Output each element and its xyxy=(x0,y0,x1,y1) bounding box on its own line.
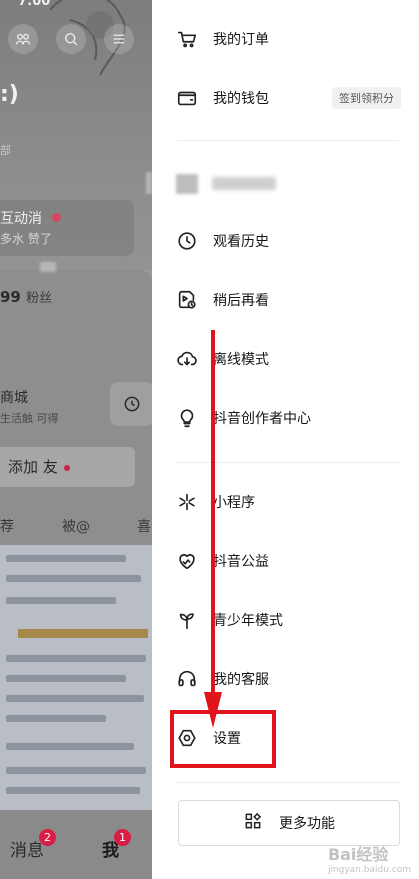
checkin-points-chip[interactable]: 签到领积分 xyxy=(332,87,401,109)
search-icon[interactable] xyxy=(56,24,86,54)
annotation-highlight-box xyxy=(170,710,276,768)
unread-dot xyxy=(52,213,61,222)
profile-page-dimmed: 7:00 :) 部 互动消 多水 赞了 99 粉丝 商城 生活触 可得 添加 友… xyxy=(0,0,152,879)
friends-icon[interactable] xyxy=(8,24,38,54)
watermark-sub: jingyan.baidu.com xyxy=(327,865,411,875)
cloud-download-icon xyxy=(176,348,198,370)
interaction-card[interactable]: 互动消 多水 赞了 xyxy=(0,200,134,256)
qrcode-icon xyxy=(176,174,198,194)
menu-item-label: 抖音创作者中心 xyxy=(213,411,311,427)
fans-number: 99 xyxy=(0,288,21,306)
nav-messages-label: 消息 xyxy=(10,841,44,861)
cart-icon xyxy=(176,28,198,50)
sprout-icon xyxy=(176,609,198,631)
menu-item-offline[interactable]: 离线模式 xyxy=(152,334,419,384)
divider xyxy=(177,782,399,783)
headset-icon xyxy=(176,668,198,690)
heart-icon xyxy=(176,550,198,572)
annotation-arrow xyxy=(204,330,222,728)
me-badge: 1 xyxy=(114,829,131,846)
avatar-sketch xyxy=(49,0,126,76)
add-friend-button[interactable]: 添加 友 xyxy=(0,447,135,487)
interaction-title: 互动消 xyxy=(0,211,42,227)
menu-item-charity[interactable]: 抖音公益 xyxy=(152,536,419,586)
clock-icon xyxy=(176,230,198,252)
blurred-text xyxy=(40,262,56,272)
menu-icon[interactable] xyxy=(104,24,134,54)
menu-item-history[interactable]: 观看历史 xyxy=(152,216,419,266)
clock-icon[interactable] xyxy=(110,382,152,426)
wallet-icon xyxy=(176,87,198,109)
add-friend-label: 添加 友 xyxy=(8,458,58,476)
menu-item-label: 我的订单 xyxy=(213,32,269,48)
grid-icon xyxy=(243,811,263,835)
more-features-button[interactable]: 更多功能 xyxy=(178,800,400,846)
shop-subtitle: 生活触 可得 xyxy=(0,412,59,425)
menu-item-customer-service[interactable]: 我的客服 xyxy=(152,654,419,704)
lightbulb-icon xyxy=(176,407,198,429)
video-thumbnail[interactable] xyxy=(0,545,152,810)
tab-recommend[interactable]: 荐 xyxy=(0,516,14,536)
menu-item-label: 我的钱包 xyxy=(213,91,269,107)
mini-program-icon xyxy=(176,491,198,513)
tab-mentioned[interactable]: 被@ xyxy=(62,516,90,536)
menu-item-creator-center[interactable]: 抖音创作者中心 xyxy=(152,393,419,443)
watch-later-icon xyxy=(176,289,198,311)
messages-badge: 2 xyxy=(39,829,56,846)
menu-item-watch-later[interactable]: 稍后再看 xyxy=(152,275,419,325)
watermark: Bai经验 jingyan.baidu.com xyxy=(328,841,411,875)
profile-nickname: :) xyxy=(0,82,19,107)
profile-subtitle: 部 xyxy=(0,144,11,157)
blurred-label xyxy=(212,177,276,190)
interaction-subtitle: 多水 赞了 xyxy=(0,232,52,246)
fans-label: 粉丝 xyxy=(26,291,53,306)
menu-item-label: 观看历史 xyxy=(213,234,269,250)
menu-item-orders[interactable]: 我的订单 xyxy=(152,14,419,64)
menu-item-wallet[interactable]: 我的钱包 签到领积分 xyxy=(152,73,419,123)
menu-item-label: 青少年模式 xyxy=(213,613,283,629)
divider xyxy=(177,140,399,141)
shop-title[interactable]: 商城 xyxy=(0,387,28,407)
menu-item-label: 稍后再看 xyxy=(213,293,269,309)
menu-item-mini-program[interactable]: 小程序 xyxy=(152,477,419,527)
menu-item-teen-mode[interactable]: 青少年模式 xyxy=(152,595,419,645)
fans-count[interactable]: 99 粉丝 xyxy=(0,287,52,306)
watermark-text: Bai经验 xyxy=(327,845,389,864)
more-features-label: 更多功能 xyxy=(279,816,335,832)
add-friend-dot xyxy=(63,464,70,471)
tab-liked[interactable]: 喜 xyxy=(137,516,151,536)
